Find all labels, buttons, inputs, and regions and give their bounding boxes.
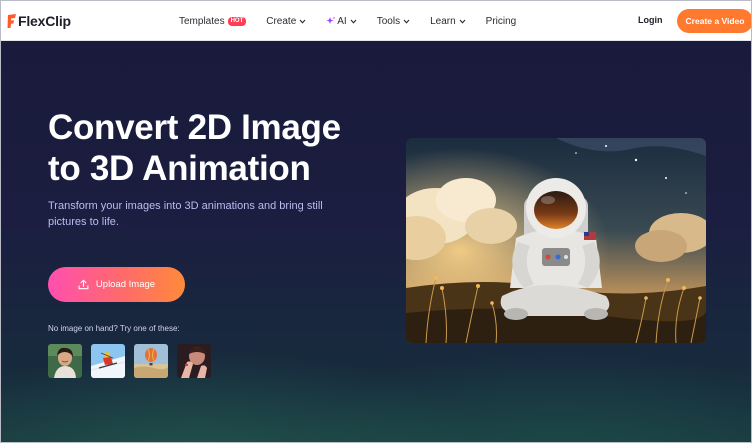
nav-ai-label: AI: [337, 15, 347, 27]
nav-create-label: Create: [266, 15, 297, 27]
preview-image: [406, 138, 706, 343]
astronaut-meadow-image: [406, 138, 706, 343]
chevron-down-icon: [350, 19, 357, 24]
nav-create[interactable]: Create: [266, 16, 306, 27]
sample-woman-thumbnail[interactable]: [48, 344, 82, 378]
title-line-1: Convert 2D Image: [48, 108, 341, 147]
hero-section: Convert 2D Image to 3D Animation Transfo…: [1, 41, 751, 442]
browser-frame: FlexClip Templates HOT Create AI Tools L…: [0, 0, 752, 443]
nav-templates-label: Templates: [179, 15, 225, 27]
hands-portrait-image: [177, 344, 211, 378]
nav-pricing-label: Pricing: [485, 15, 517, 27]
nav-learn-label: Learn: [430, 15, 456, 27]
flexclip-logo-icon: [7, 14, 16, 28]
hot-badge: HOT: [227, 16, 247, 26]
chevron-down-icon: [459, 19, 466, 24]
sparkle-icon: [326, 16, 336, 24]
logo-text: FlexClip: [18, 13, 71, 29]
nav-tools[interactable]: Tools: [377, 16, 410, 27]
nav-tools-label: Tools: [376, 15, 401, 27]
sample-skier-thumbnail[interactable]: [91, 344, 125, 378]
upload-icon: [78, 279, 89, 290]
create-video-button[interactable]: Create a Video: [677, 9, 751, 33]
sample-balloon-thumbnail[interactable]: [134, 344, 168, 378]
nav-pricing[interactable]: Pricing: [486, 16, 517, 27]
nav-learn[interactable]: Learn: [430, 16, 466, 27]
hero-subtitle: Transform your images into 3D animations…: [48, 200, 323, 228]
sample-hands-thumbnail[interactable]: [177, 344, 211, 378]
nav-links: Templates HOT Create AI Tools Learn Pric…: [179, 1, 536, 41]
upload-image-button[interactable]: Upload Image: [48, 267, 185, 302]
login-link[interactable]: Login: [638, 15, 663, 25]
flexclip-logo[interactable]: FlexClip: [7, 12, 71, 30]
top-navbar: FlexClip Templates HOT Create AI Tools L…: [1, 1, 751, 41]
sample-prompt-text: No image on hand? Try one of these:: [48, 324, 180, 333]
page-title: Convert 2D Image to 3D Animation: [48, 107, 378, 189]
chevron-down-icon: [403, 19, 410, 24]
sample-images: [48, 344, 220, 378]
nav-templates[interactable]: Templates HOT: [179, 15, 247, 27]
title-line-2: to 3D Animation: [48, 149, 311, 188]
hot-air-balloon-image: [134, 344, 168, 378]
chevron-down-icon: [299, 19, 306, 24]
nav-ai[interactable]: AI: [326, 15, 357, 27]
woman-portrait-image: [48, 344, 82, 378]
upload-image-label: Upload Image: [95, 279, 156, 290]
skier-image: [91, 344, 125, 378]
